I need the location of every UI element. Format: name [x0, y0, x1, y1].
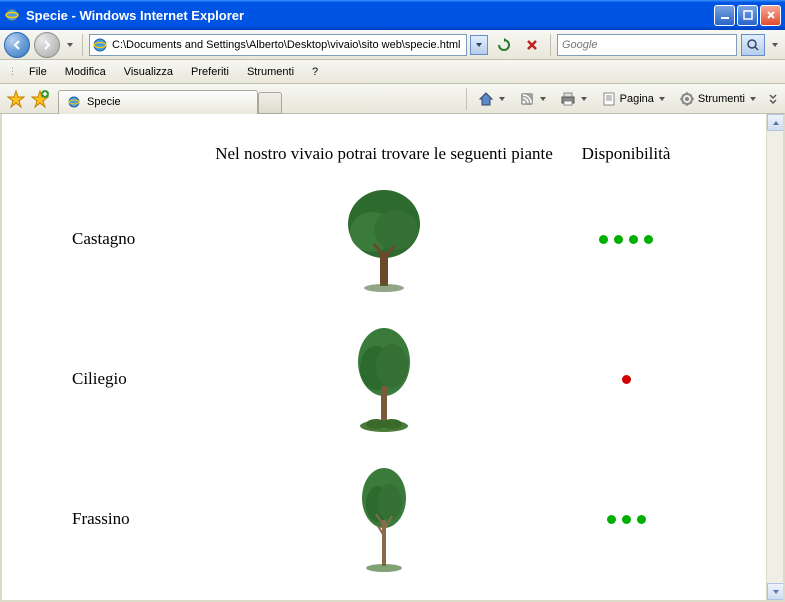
availability-dots: [556, 515, 696, 524]
menu-bar: ⋮ File Modifica Visualizza Preferiti Str…: [0, 60, 785, 84]
address-input[interactable]: [112, 39, 464, 51]
availability-heading: Disponibilità: [556, 144, 696, 164]
toolbar-overflow-button[interactable]: [765, 88, 781, 110]
minimize-button[interactable]: [714, 5, 735, 26]
feeds-button[interactable]: [514, 88, 553, 110]
separator: [466, 88, 467, 110]
species-name: Frassino: [72, 509, 212, 529]
species-row: Castagno: [22, 184, 746, 294]
availability-dots: [556, 235, 696, 244]
search-button[interactable]: [741, 34, 765, 56]
navigation-bar: [0, 30, 785, 60]
menu-favorites[interactable]: Preferiti: [183, 63, 237, 81]
page-heading: Nel nostro vivaio potrai trovare le segu…: [212, 144, 556, 164]
close-button[interactable]: [760, 5, 781, 26]
separator: [550, 34, 551, 56]
tree-image: [212, 324, 556, 434]
vertical-scrollbar[interactable]: [766, 114, 783, 600]
search-input[interactable]: [562, 39, 732, 51]
search-dropdown[interactable]: [769, 35, 781, 55]
tab-toolbar: Specie Pagina Strumenti: [0, 84, 785, 114]
tools-menu-label: Strumenti: [698, 93, 745, 105]
page-menu-label: Pagina: [620, 93, 654, 105]
page-content: Nel nostro vivaio potrai trovare le segu…: [2, 114, 766, 600]
species-row: Ciliegio: [22, 324, 746, 434]
availability-dot: [599, 235, 608, 244]
menu-help[interactable]: ?: [304, 63, 326, 81]
availability-dot: [637, 515, 646, 524]
address-bar[interactable]: [89, 34, 467, 56]
add-favorite-icon[interactable]: [30, 89, 50, 109]
tools-menu-button[interactable]: Strumenti: [674, 88, 763, 110]
print-button[interactable]: [555, 88, 594, 110]
menu-view[interactable]: Visualizza: [116, 63, 181, 81]
page-icon: [92, 37, 108, 53]
refresh-button[interactable]: [492, 34, 516, 56]
species-name: Castagno: [72, 229, 212, 249]
back-button[interactable]: [4, 32, 30, 58]
menu-file[interactable]: File: [21, 63, 55, 81]
stop-button[interactable]: [520, 34, 544, 56]
availability-dot: [629, 235, 638, 244]
separator: [82, 34, 83, 56]
species-name: Ciliegio: [72, 369, 212, 389]
menu-tools[interactable]: Strumenti: [239, 63, 302, 81]
tree-image: [212, 184, 556, 294]
home-button[interactable]: [473, 88, 512, 110]
address-dropdown[interactable]: [470, 35, 488, 55]
availability-dot: [607, 515, 616, 524]
availability-dot: [614, 235, 623, 244]
scroll-up-button[interactable]: [767, 114, 784, 131]
availability-dot: [622, 375, 631, 384]
tab-icon: [67, 95, 81, 109]
browser-tab[interactable]: Specie: [58, 90, 258, 114]
window-titlebar: Specie - Windows Internet Explorer: [0, 0, 785, 30]
availability-dots: [556, 375, 696, 384]
window-title: Specie - Windows Internet Explorer: [26, 8, 714, 23]
grip-icon: ⋮: [8, 66, 15, 77]
new-tab-button[interactable]: [258, 92, 282, 114]
page-menu-button[interactable]: Pagina: [596, 88, 672, 110]
species-row: Frassino: [22, 464, 746, 574]
scroll-down-button[interactable]: [767, 583, 784, 600]
availability-dot: [622, 515, 631, 524]
maximize-button[interactable]: [737, 5, 758, 26]
menu-edit[interactable]: Modifica: [57, 63, 114, 81]
availability-dot: [644, 235, 653, 244]
tree-image: [212, 464, 556, 574]
tab-title: Specie: [87, 96, 121, 108]
ie-logo-icon: [4, 7, 20, 23]
history-dropdown[interactable]: [64, 35, 76, 55]
favorites-star-icon[interactable]: [6, 89, 26, 109]
search-box[interactable]: [557, 34, 737, 56]
forward-button[interactable]: [34, 32, 60, 58]
